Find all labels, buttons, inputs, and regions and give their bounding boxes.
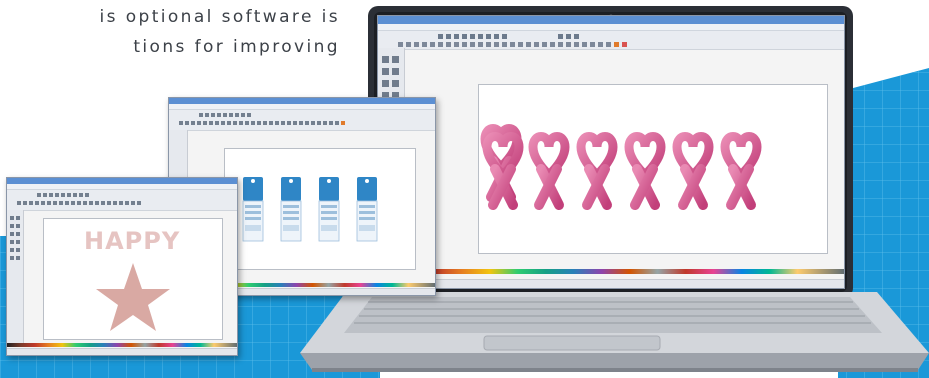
menu-bar[interactable]	[378, 24, 844, 31]
color-palette[interactable]	[378, 269, 844, 274]
toolbar[interactable]	[7, 190, 237, 211]
toolbar-icons[interactable]	[7, 190, 237, 210]
tool-sidebar[interactable]	[7, 210, 24, 345]
luggage-tag	[280, 176, 302, 242]
luggage-tag	[242, 177, 264, 242]
luggage-tag-design	[242, 176, 378, 242]
design-canvas[interactable]	[224, 148, 416, 270]
laptop-app-window[interactable]	[377, 15, 845, 289]
toolbar-icons[interactable]	[169, 110, 435, 130]
luggage-tag	[356, 176, 378, 242]
pink-ribbon	[533, 137, 565, 206]
toolbar-icons[interactable]	[378, 31, 844, 49]
pink-ribbon	[581, 137, 613, 206]
design-canvas[interactable]	[478, 84, 828, 254]
luggage-tag	[318, 176, 340, 242]
pink-ribbon	[725, 137, 757, 206]
pink-ribbon	[629, 137, 661, 206]
design-canvas[interactable]: HAPPY	[43, 218, 223, 340]
color-palette[interactable]	[7, 343, 237, 347]
toolbar[interactable]	[169, 110, 435, 131]
status-bar	[378, 279, 844, 288]
toolbar[interactable]	[378, 31, 844, 50]
star-design	[96, 263, 170, 331]
tool-icons[interactable]	[7, 210, 23, 340]
status-bar	[7, 348, 237, 355]
window-titlebar[interactable]	[378, 16, 844, 24]
pink-ribbon	[677, 137, 709, 206]
front-app-window[interactable]: HAPPY	[6, 177, 238, 356]
ribbon-design	[480, 124, 827, 253]
